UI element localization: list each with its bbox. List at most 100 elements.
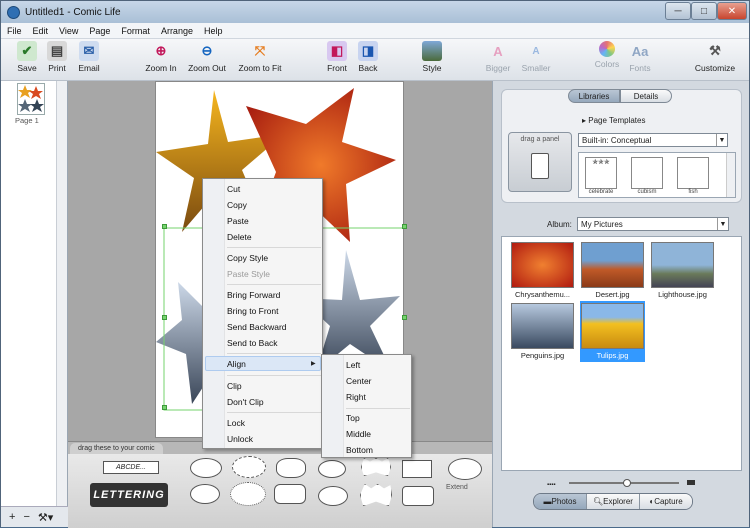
square-caption-item[interactable] (402, 486, 434, 506)
page-options-button[interactable]: ⚒▾ (38, 511, 53, 524)
tab-photos[interactable]: ▬ Photos (534, 494, 587, 509)
template-celebrate[interactable]: ✯✯✯ (585, 157, 617, 189)
selection-handle-bl[interactable] (162, 405, 167, 410)
dotted-bubble-item[interactable] (230, 482, 266, 506)
menu-file[interactable]: File (7, 26, 22, 36)
window-title: Untitled1 - Comic Life (25, 6, 121, 18)
menu-help[interactable]: Help (204, 26, 223, 36)
back-button[interactable]: ◨ Back (346, 41, 390, 73)
add-page-button[interactable]: + (9, 511, 15, 523)
print-icon: ▤ (47, 41, 67, 61)
menu-item-copy[interactable]: Copy (227, 200, 247, 210)
caption-item[interactable] (402, 460, 432, 478)
speech-bubble-item[interactable] (190, 458, 222, 478)
smaller-button[interactable]: A Smaller (514, 41, 558, 74)
fonts-icon: Aa (631, 43, 649, 59)
tab-explorer[interactable]: 🔍︎ Explorer (587, 494, 640, 509)
thumb-size-slider[interactable]: ▪▪▪▪ (547, 479, 697, 488)
menu-item-clip[interactable]: Clip (227, 381, 242, 391)
menu-item-bring-to-front[interactable]: Bring to Front (227, 306, 279, 316)
menu-format[interactable]: Format (121, 26, 150, 36)
menu-item-align[interactable]: Align (227, 359, 246, 369)
album-select[interactable]: My Pictures ▼ (577, 217, 729, 231)
menu-separator (227, 375, 321, 376)
template-scrollbar[interactable] (726, 153, 735, 197)
speech-bubble-item-2[interactable] (190, 484, 220, 504)
whisper-bubble-item[interactable] (232, 456, 266, 478)
menu-edit[interactable]: Edit (33, 26, 49, 36)
album-label: Album: (547, 220, 572, 229)
close-button[interactable]: ✕ (717, 2, 747, 20)
submenu-arrow-icon: ▶ (311, 361, 316, 367)
align-left[interactable]: Left (346, 360, 360, 370)
extend-bubble-item[interactable] (448, 458, 482, 480)
align-right[interactable]: Right (346, 392, 366, 402)
align-middle[interactable]: Middle (346, 429, 371, 439)
zoom-out-button[interactable]: ⊖ Zoom Out (185, 41, 229, 73)
email-button[interactable]: ✉ Email (67, 41, 111, 73)
color-wheel-icon (599, 41, 615, 57)
lettering-item[interactable]: LETTERING (90, 483, 168, 507)
thought-bubble-item[interactable] (276, 458, 306, 478)
selection-handle-ml[interactable] (162, 315, 167, 320)
round-bubble-item[interactable] (318, 460, 346, 478)
remove-page-button[interactable]: − (23, 511, 29, 523)
template-strip: ✯✯✯ celebrate cubism fish (578, 152, 736, 198)
menu-item-bring-forward[interactable]: Bring Forward (227, 290, 280, 300)
menu-separator (227, 247, 321, 248)
minimize-button[interactable]: ─ (665, 2, 691, 20)
menu-item-paste-style[interactable]: Paste Style (227, 269, 270, 279)
menu-item-delete[interactable]: Delete (227, 232, 252, 242)
page-templates-label[interactable]: ▸ Page Templates (582, 116, 645, 125)
align-top[interactable]: Top (346, 413, 360, 423)
zoom-in-icon: ⊕ (155, 43, 167, 58)
menu-view[interactable]: View (59, 26, 78, 36)
selection-handle-tr[interactable] (402, 224, 407, 229)
photo-desert[interactable]: Desert.jpg (580, 242, 645, 299)
oval-bubble-item[interactable] (318, 486, 348, 506)
menu-item-cut[interactable]: Cut (227, 184, 240, 194)
explosion-bubble-item[interactable] (360, 484, 392, 506)
zoom-in-button[interactable]: ⊕ Zoom In (139, 41, 183, 73)
template-set-select[interactable]: Built-in: Conceptual ▼ (578, 133, 728, 147)
menu-item-send-backward[interactable]: Send Backward (227, 322, 287, 332)
slider-thumb[interactable] (623, 479, 631, 487)
shout-bubble-item[interactable] (361, 458, 391, 476)
title-box-item[interactable]: ABCDE... (103, 461, 159, 474)
fonts-button[interactable]: Aa Fonts (618, 41, 662, 74)
tab-libraries[interactable]: Libraries (568, 89, 620, 103)
template-cubism[interactable] (631, 157, 663, 189)
thumbnails-scrollbar[interactable] (56, 81, 67, 506)
zoom-fit-button[interactable]: ⤧ Zoom to Fit (238, 41, 282, 73)
bring-front-icon: ◧ (327, 41, 347, 61)
photo-chrysanthemum[interactable]: Chrysanthemu... (510, 242, 575, 299)
menu-item-lock[interactable]: Lock (227, 418, 245, 428)
template-fish[interactable] (677, 157, 709, 189)
menu-item-paste[interactable]: Paste (227, 216, 249, 226)
maximize-button[interactable]: □ (691, 2, 717, 20)
align-bottom[interactable]: Bottom (346, 445, 373, 455)
align-center[interactable]: Center (346, 376, 372, 386)
photo-penguins[interactable]: Penguins.jpg (510, 303, 575, 360)
zoom-out-icon: ⊖ (201, 43, 213, 58)
drag-panel-box[interactable]: drag a panel (508, 132, 572, 192)
templates-box: Libraries Details ▸ Page Templates drag … (501, 89, 742, 203)
customize-button[interactable]: ⚒ Customize (693, 41, 737, 73)
rounded-box-item[interactable] (274, 484, 306, 504)
menu-page[interactable]: Page (89, 26, 110, 36)
menu-arrange[interactable]: Arrange (161, 26, 193, 36)
selection-handle-mr[interactable] (402, 315, 407, 320)
menu-item-copy-style[interactable]: Copy Style (227, 253, 268, 263)
menu-item-send-to-back[interactable]: Send to Back (227, 338, 278, 348)
photo-lighthouse[interactable]: Lighthouse.jpg (650, 242, 715, 299)
photo-tulips[interactable]: Tulips.jpg (580, 301, 645, 362)
page-label: Page 1 (15, 116, 39, 125)
drag-panel-label: drag a panel (520, 136, 560, 143)
menu-item-unlock[interactable]: Unlock (227, 434, 253, 444)
menu-item-dont-clip[interactable]: Don't Clip (227, 397, 264, 407)
page-thumbnail[interactable] (17, 83, 45, 115)
tab-capture[interactable]: ◐ Capture (640, 494, 692, 509)
selection-handle-tl[interactable] (162, 224, 167, 229)
style-button[interactable]: Style (410, 41, 454, 73)
tab-details[interactable]: Details (620, 89, 672, 103)
